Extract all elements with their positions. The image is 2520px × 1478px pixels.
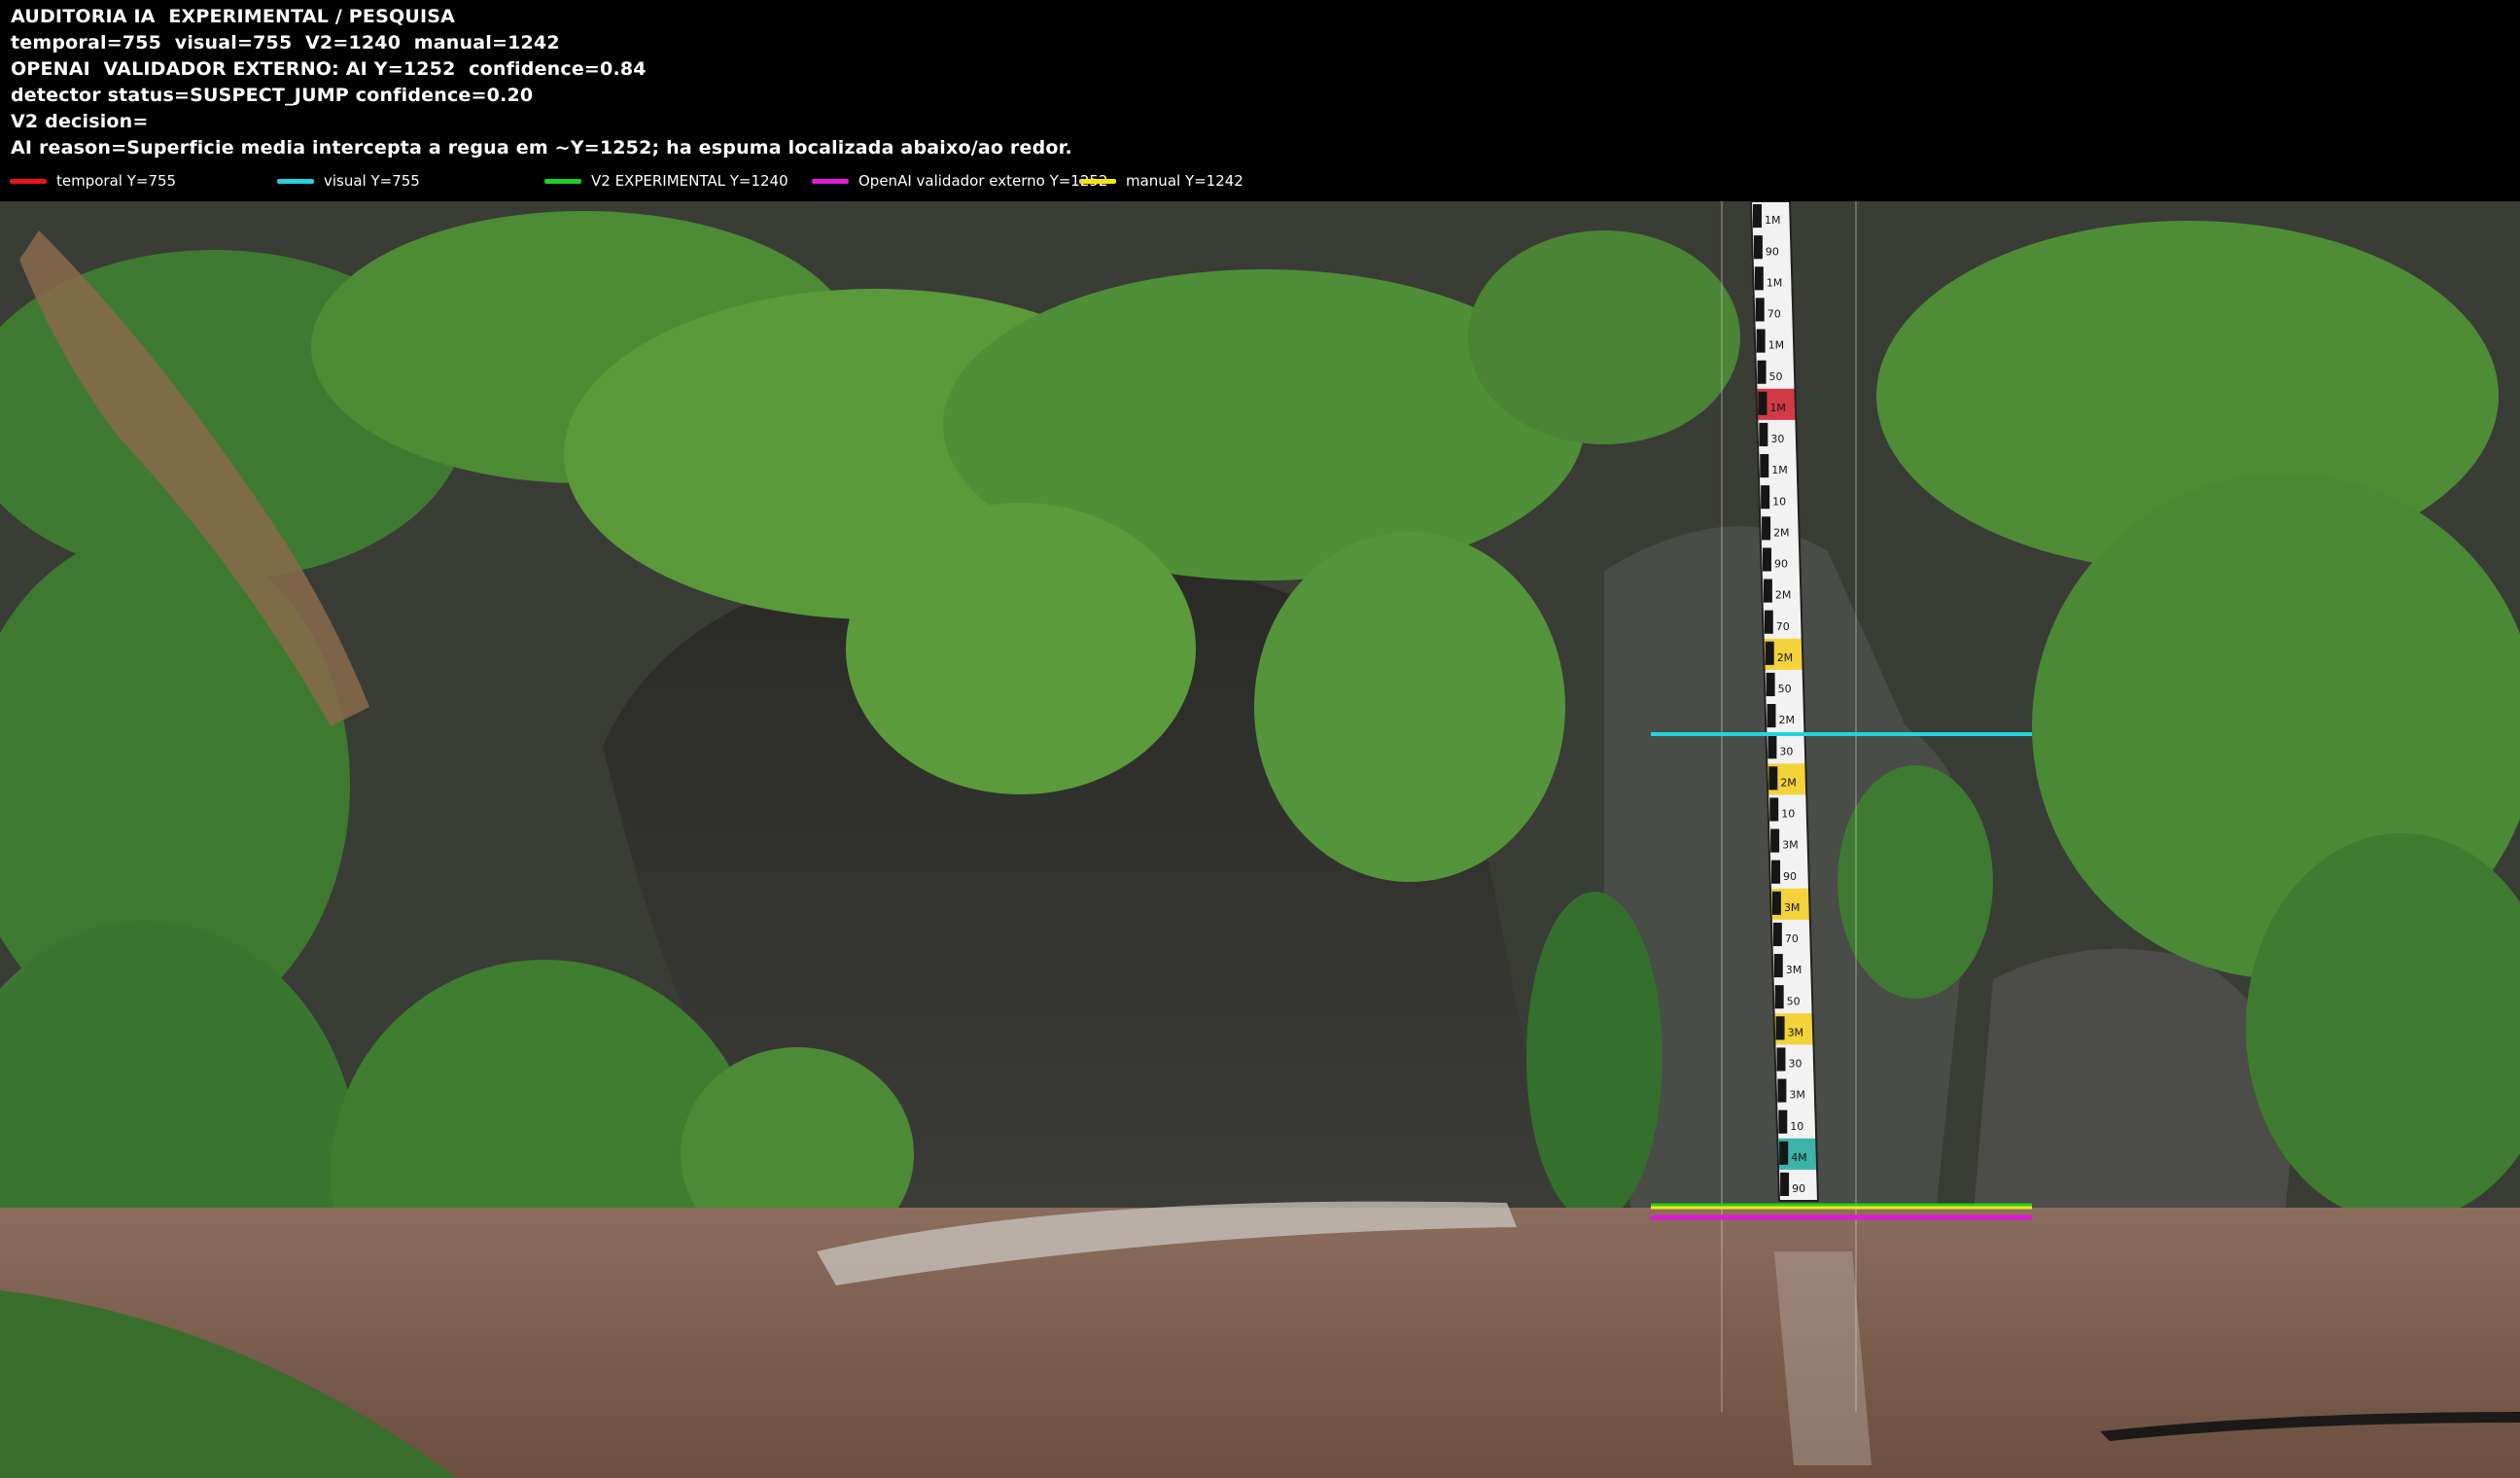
gauge-label: 50 [1787, 995, 1801, 1007]
gauge-e-mark [1761, 485, 1770, 510]
gauge-label: 3M [1789, 1089, 1805, 1102]
gauge-label: 3M [1786, 964, 1802, 976]
gauge-e-mark [1762, 547, 1771, 572]
gauge-e-mark [1768, 766, 1778, 791]
gauge-e-mark [1762, 516, 1771, 541]
legend-swatch-temporal [10, 178, 47, 184]
gauge-e-mark [1764, 610, 1773, 634]
gauge-e-mark [1759, 422, 1768, 446]
detector-values: temporal=755 visual=755 V2=1240 manual=1… [11, 32, 560, 53]
legend-item-openai: OpenAI validador externo Y=1252 [812, 169, 1107, 193]
gauge-e-mark [1778, 1109, 1788, 1134]
gauge-e-mark [1760, 454, 1769, 478]
gauge-label: 1M [1768, 339, 1785, 352]
legend-item-temporal: temporal Y=755 [10, 169, 176, 193]
gauge-label: 50 [1769, 370, 1783, 383]
gauge-e-mark [1776, 1047, 1786, 1072]
audit-header: AUDITORIA IA EXPERIMENTAL / PESQUISA tem… [0, 0, 2520, 201]
gauge-label: 2M [1780, 776, 1797, 789]
gauge-label: 10 [1781, 808, 1795, 821]
gauge-label: 30 [1779, 745, 1793, 757]
gauge-e-mark [1767, 704, 1776, 728]
gauge-e-mark [1758, 391, 1768, 415]
gauge-e-mark [1768, 735, 1777, 759]
detector-status-line: detector status=SUSPECT_JUMP confidence=… [11, 85, 534, 106]
legend-swatch-visual [277, 178, 314, 184]
marker-legend: temporal Y=755 visual Y=755 V2 EXPERIMEN… [0, 169, 2520, 193]
gauge-label: 90 [1783, 870, 1797, 883]
gauge-label: 3M [1784, 901, 1801, 914]
gauge-label: 1M [1771, 464, 1788, 476]
gauge-e-mark [1780, 1172, 1790, 1196]
gauge-label: 1M [1769, 402, 1786, 414]
gauge-e-mark [1756, 329, 1766, 353]
gauge-label: 50 [1778, 683, 1792, 695]
legend-swatch-openai [812, 178, 849, 184]
legend-swatch-manual [1079, 178, 1116, 184]
ai-reason-line: AI reason=Superficie media intercepta a … [11, 137, 1072, 158]
camera-frame: 1M 90 1M 70 1M 50 1M 30 1M 10 2M 90 2M 70 2M 50 2M 30 2M 10… [0, 201, 2520, 1478]
gauge-e-mark [1775, 1016, 1785, 1040]
legend-swatch-v2 [544, 178, 581, 184]
gauge-e-mark [1763, 579, 1772, 603]
gauge-e-mark [1770, 828, 1780, 853]
gauge-label: 1M [1767, 276, 1783, 289]
legend-label-openai: OpenAI validador externo Y=1252 [858, 172, 1108, 190]
gauge-label: 10 [1772, 495, 1786, 508]
gauge-label: 90 [1774, 558, 1788, 571]
gauge-e-mark [1772, 922, 1782, 946]
legend-label-v2: V2 EXPERIMENTAL Y=1240 [591, 172, 788, 190]
gauge-label: 70 [1768, 308, 1781, 321]
gauge-label: 2M [1775, 589, 1792, 602]
river-gauge-scene: 1M 90 1M 70 1M 50 1M 30 1M 10 2M 90 2M 70 2M 50 2M 30 2M 10… [0, 201, 2520, 1478]
gauge-label: 3M [1788, 1026, 1804, 1038]
gauge-label: 2M [1773, 526, 1790, 539]
gauge-e-mark [1774, 985, 1784, 1009]
gauge-e-mark [1754, 266, 1764, 291]
gauge-e-mark [1757, 360, 1767, 384]
gauge-e-mark [1753, 204, 1762, 229]
gauge-label: 1M [1765, 214, 1781, 227]
legend-label-temporal: temporal Y=755 [56, 172, 177, 190]
legend-item-manual: manual Y=1242 [1079, 169, 1243, 193]
audit-title: AUDITORIA IA EXPERIMENTAL / PESQUISA [11, 6, 456, 27]
gauge-label: 90 [1766, 245, 1779, 258]
gauge-e-mark [1771, 860, 1781, 884]
gauge-e-mark [1779, 1141, 1789, 1165]
gauge-e-mark [1765, 641, 1774, 665]
legend-item-visual: visual Y=755 [277, 169, 420, 193]
gauge-label: 10 [1790, 1120, 1803, 1133]
gauge-label: 2M [1777, 651, 1794, 664]
gauge-e-mark [1777, 1078, 1787, 1103]
gauge-label: 2M [1779, 714, 1796, 726]
legend-item-v2: V2 EXPERIMENTAL Y=1240 [544, 169, 788, 193]
gauge-label: 30 [1770, 433, 1784, 445]
gauge-label: 70 [1785, 933, 1799, 945]
gauge-e-mark [1766, 672, 1775, 696]
gauge-e-mark [1753, 235, 1763, 260]
gauge-e-mark [1755, 298, 1765, 322]
gauge-label: 30 [1788, 1058, 1802, 1071]
legend-label-visual: visual Y=755 [324, 172, 420, 190]
gauge-label: 3M [1782, 839, 1799, 852]
openai-validator-line: OPENAI VALIDADOR EXTERNO: AI Y=1252 conf… [11, 58, 647, 80]
gauge-label: 90 [1792, 1182, 1805, 1195]
gauge-e-mark [1773, 954, 1783, 978]
legend-label-manual: manual Y=1242 [1126, 172, 1243, 190]
gauge-e-mark [1769, 797, 1779, 822]
gauge-e-mark [1771, 891, 1781, 915]
v2-decision-line: V2 decision= [11, 111, 149, 132]
gauge-label: 4M [1791, 1151, 1807, 1164]
gauge-label: 70 [1776, 620, 1790, 633]
